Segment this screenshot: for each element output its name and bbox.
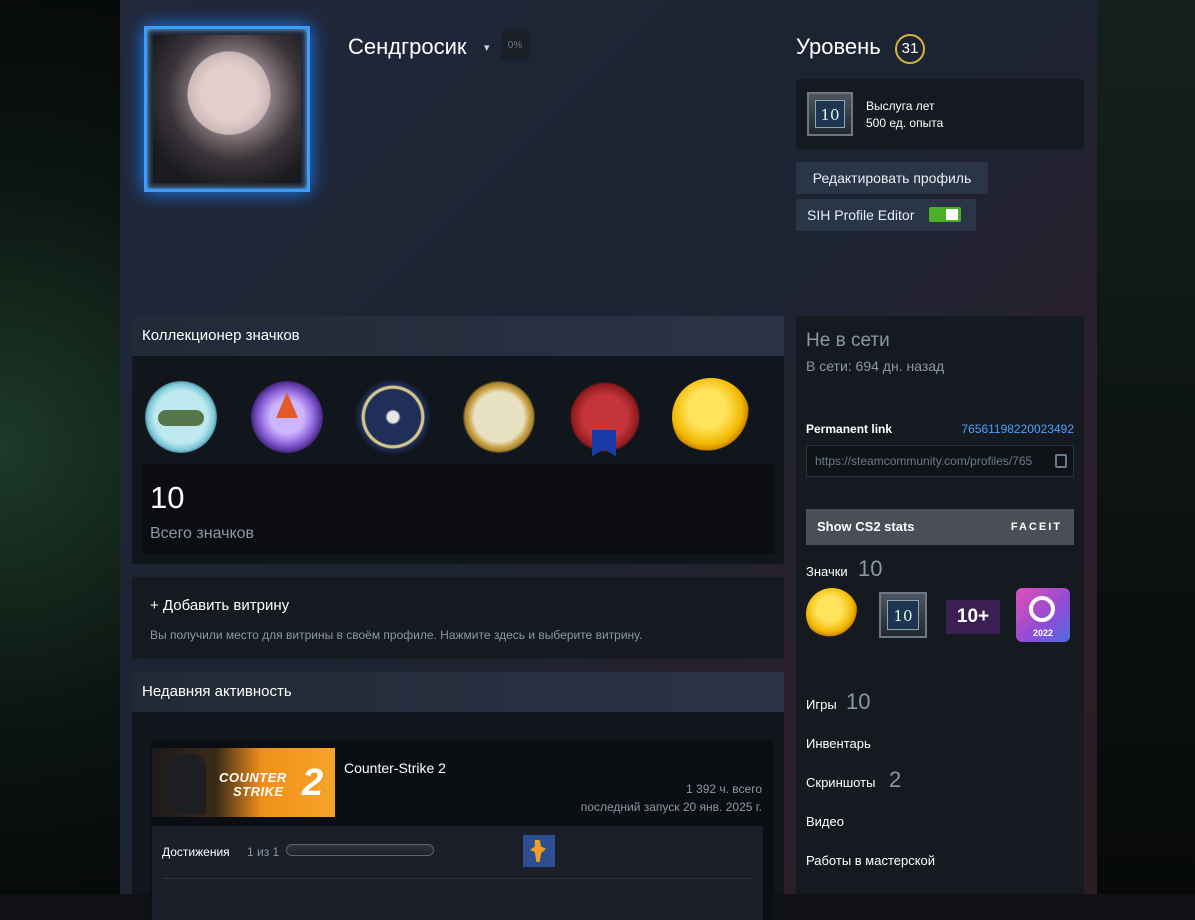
screenshots-link[interactable]: Скриншоты: [806, 775, 875, 790]
badge-row: 10 Всего значков: [132, 356, 784, 554]
permanent-link-label: Permanent link: [806, 422, 893, 436]
badge-title: Выслуга лет: [866, 99, 935, 113]
divider: [163, 878, 753, 879]
favorite-badge[interactable]: 10 Выслуга лет 500 ед. опыта: [796, 79, 1084, 149]
game-activity-item: COUNTER STRIKE 2 Counter-Strike 2 1 392 …: [151, 740, 773, 920]
badges-count: 10: [858, 556, 883, 581]
badge-year: 2022: [1032, 628, 1054, 638]
add-showcase-subtitle: Вы получили место для витрины в своём пр…: [150, 628, 643, 642]
capsule-text-line1: COUNTER: [219, 770, 287, 785]
badge-gnome-globe-icon[interactable]: [248, 378, 326, 456]
badge-total-label: Всего значков: [150, 525, 255, 542]
sih-toggle[interactable]: [929, 207, 961, 222]
panel-title: Недавняя активность: [132, 672, 784, 712]
capsule-figure: [170, 754, 206, 814]
workshop-link[interactable]: Работы в мастерской: [806, 853, 935, 868]
profile-sidebar: Не в сети В сети: 694 дн. назад Permanen…: [796, 316, 1084, 894]
badge-wax-seal-icon[interactable]: [566, 378, 644, 456]
videos-link[interactable]: Видео: [806, 814, 844, 829]
progress-indicator: 0%: [501, 31, 529, 60]
badge-gold-coin-icon[interactable]: [672, 378, 750, 456]
add-showcase-panel[interactable]: + Добавить витрину Вы получили место для…: [132, 577, 784, 659]
games-link[interactable]: Игры: [806, 697, 837, 712]
badges-link[interactable]: Значки: [806, 564, 848, 579]
achievements-progress-bar: [286, 844, 434, 856]
last-online: В сети: 694 дн. назад: [806, 358, 945, 374]
badge-number: 10: [887, 600, 919, 630]
badge-total-count: 10: [150, 480, 185, 515]
inventory-link[interactable]: Инвентарь: [806, 736, 871, 751]
background-right: [1097, 0, 1195, 894]
faceit-logo: FACEIT: [1010, 521, 1062, 533]
game-capsule-image[interactable]: COUNTER STRIKE 2: [152, 748, 335, 817]
capsule-text-line2: STRIKE: [233, 784, 284, 799]
permanent-link-field[interactable]: https://steamcommunity.com/profiles/765: [806, 445, 1074, 477]
badge-tree-seal-icon[interactable]: [460, 378, 538, 456]
games-count: 10: [846, 689, 871, 714]
achievements-label[interactable]: Достижения: [162, 845, 230, 859]
add-showcase-title[interactable]: + Добавить витрину: [150, 597, 289, 614]
panel-title: Коллекционер значков: [132, 316, 784, 356]
level-title: Уровень: [796, 34, 881, 59]
game-last-played: последний запуск 20 янв. 2025 г.: [580, 800, 762, 814]
background-left: [0, 0, 120, 894]
years-of-service-icon[interactable]: 10: [879, 592, 927, 638]
badge-steam-2022-icon[interactable]: 2022: [1016, 588, 1070, 642]
game-name-link[interactable]: Counter-Strike 2: [344, 760, 446, 776]
chevron-down-icon[interactable]: ▾: [484, 41, 490, 54]
steam-id-link[interactable]: 76561198220023492: [961, 422, 1074, 436]
achievements-progress-fill: [287, 845, 433, 855]
copy-icon[interactable]: [1055, 454, 1067, 468]
badge-collector-panel: Коллекционер значков 10 Всего значков: [132, 316, 784, 564]
sih-profile-editor-button[interactable]: SIH Profile Editor: [796, 199, 976, 231]
achievements-count: 1 из 1: [247, 845, 280, 859]
years-of-service-icon: 10: [807, 92, 853, 136]
online-status: Не в сети: [806, 330, 890, 351]
level-badge[interactable]: 31: [895, 34, 925, 64]
screenshots-count: 2: [889, 767, 902, 792]
capsule-number: 2: [302, 762, 324, 804]
persona-name[interactable]: Сендгросик: [348, 34, 467, 60]
badge-total-box[interactable]: 10 Всего значков: [142, 464, 774, 554]
badge-10plus-icon[interactable]: 10+: [946, 600, 1000, 634]
achievement-icon[interactable]: [523, 835, 555, 867]
badge-number: 10: [815, 100, 845, 128]
avatar: [153, 35, 301, 183]
badge-caterpillar-icon[interactable]: [142, 378, 220, 456]
cs2-stats-label: Show CS2 stats: [817, 519, 915, 534]
show-cs2-stats-button[interactable]: Show CS2 stats FACEIT: [806, 509, 1074, 545]
badge-snowflake-icon[interactable]: [354, 378, 432, 456]
avatar-frame[interactable]: [144, 26, 310, 192]
badge-xp: 500 ед. опыта: [866, 116, 944, 130]
game-hours: 1 392 ч. всего: [686, 782, 762, 796]
permanent-link-url: https://steamcommunity.com/profiles/765: [815, 454, 1033, 468]
badge-gold-coin-icon[interactable]: [806, 588, 858, 640]
achievements-box: Достижения 1 из 1: [152, 826, 763, 920]
recent-activity-panel: Недавняя активность COUNTER STRIKE 2 Cou…: [132, 672, 784, 920]
sih-label: SIH Profile Editor: [807, 207, 915, 223]
edit-profile-button[interactable]: Редактировать профиль: [796, 162, 988, 194]
